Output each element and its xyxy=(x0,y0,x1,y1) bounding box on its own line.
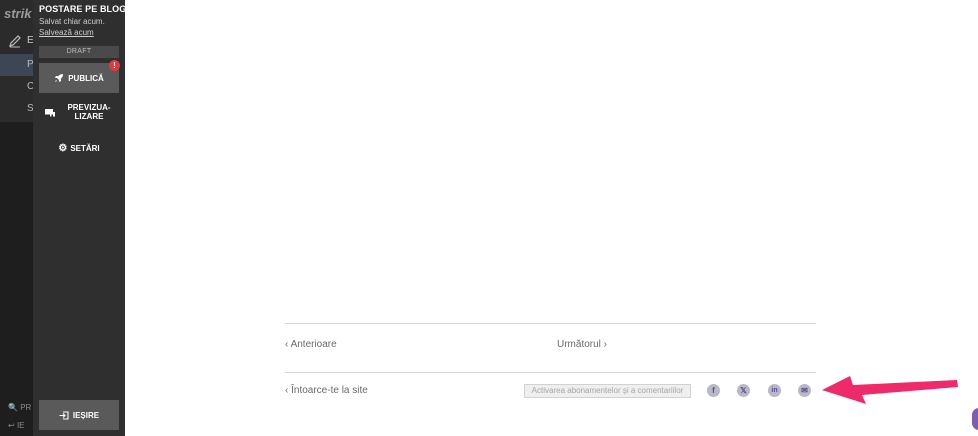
publish-button[interactable]: PUBLICĂ xyxy=(39,63,119,93)
settings-button[interactable]: ⚙ SETĂRI xyxy=(39,140,119,156)
facebook-icon[interactable]: f xyxy=(707,384,720,397)
pen-icon xyxy=(9,35,21,48)
preview-button[interactable]: PREVIZUA- LIZARE xyxy=(39,101,119,125)
background-app-sidebar: strik E P C S 🔍 PR ↩ IE xyxy=(0,0,34,436)
enable-subscriptions-button[interactable]: Activarea abonamentelor și a comentariil… xyxy=(524,384,691,398)
x-icon[interactable]: 𝕏 xyxy=(737,384,750,397)
save-now-link[interactable]: Salvează acum xyxy=(39,28,94,37)
post-content-area: ‹ Anterioare Următorul › ‹ Întoarce-te l… xyxy=(125,0,978,436)
preview-label: PREVIZUA- LIZARE xyxy=(67,103,111,121)
exit-button[interactable]: IEȘIRE xyxy=(39,400,119,430)
back-to-site-link[interactable]: ‹ Întoarce-te la site xyxy=(285,385,368,396)
background-nav-item: C xyxy=(27,81,34,92)
publish-label: PUBLICĂ xyxy=(68,73,104,83)
exit-label: IEȘIRE xyxy=(72,410,100,420)
divider xyxy=(285,372,816,373)
settings-label: SETĂRI xyxy=(70,143,100,153)
previous-post-link[interactable]: ‹ Anterioare xyxy=(285,339,337,350)
gear-icon: ⚙ xyxy=(58,142,68,154)
rocket-icon xyxy=(55,74,64,82)
background-logo: strik xyxy=(4,6,32,21)
next-post-link[interactable]: Următorul › xyxy=(557,339,607,350)
alert-badge: ! xyxy=(109,60,120,71)
linkedin-icon[interactable]: in xyxy=(768,384,781,397)
editor-panel: POSTARE PE BLOG Salvat chiar acum. Salve… xyxy=(33,0,127,436)
save-status: Salvat chiar acum. xyxy=(39,17,105,26)
edge-widget xyxy=(972,408,978,430)
email-icon[interactable]: ✉ xyxy=(798,384,811,397)
panel-title: POSTARE PE BLOG xyxy=(39,4,127,14)
exit-icon xyxy=(59,410,69,420)
background-nav-item: S xyxy=(27,103,34,114)
divider xyxy=(285,323,816,324)
background-footer-item: 🔍 PR xyxy=(8,403,32,412)
draft-badge: DRAFT xyxy=(39,46,119,58)
background-nav-item: P xyxy=(0,54,34,76)
monitor-icon xyxy=(45,109,55,117)
background-footer-item: ↩ IE xyxy=(8,421,25,430)
